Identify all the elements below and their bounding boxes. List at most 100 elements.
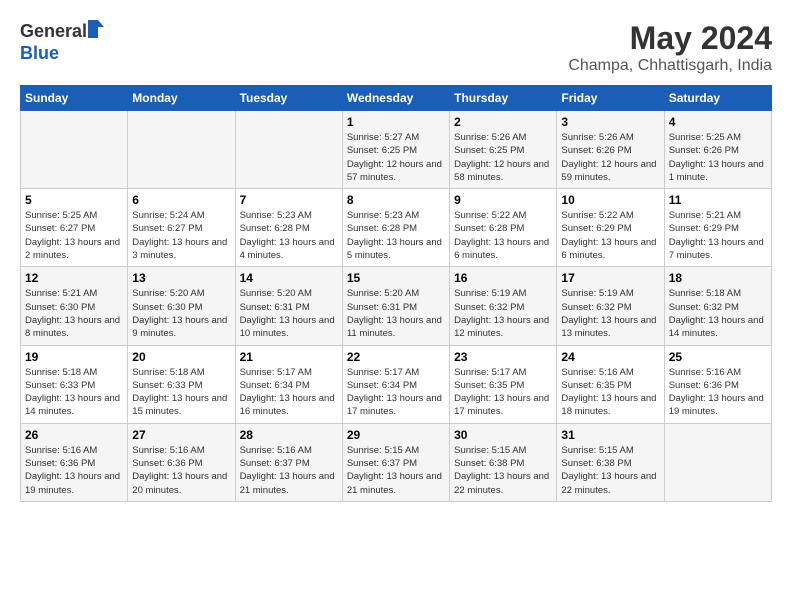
day-number: 17 (561, 271, 659, 285)
day-info: Sunrise: 5:20 AMSunset: 6:30 PMDaylight:… (132, 287, 230, 340)
week-row-3: 12 Sunrise: 5:21 AMSunset: 6:30 PMDayligh… (21, 267, 772, 345)
day-number: 27 (132, 428, 230, 442)
day-info: Sunrise: 5:25 AMSunset: 6:27 PMDaylight:… (25, 209, 123, 262)
day-number: 21 (240, 350, 338, 364)
day-info: Sunrise: 5:17 AMSunset: 6:34 PMDaylight:… (347, 366, 445, 419)
day-info: Sunrise: 5:19 AMSunset: 6:32 PMDaylight:… (561, 287, 659, 340)
day-info: Sunrise: 5:20 AMSunset: 6:31 PMDaylight:… (347, 287, 445, 340)
week-row-5: 26 Sunrise: 5:16 AMSunset: 6:36 PMDayligh… (21, 423, 772, 501)
day-number: 20 (132, 350, 230, 364)
day-cell-3-4: 23 Sunrise: 5:17 AMSunset: 6:35 PMDayligh… (450, 345, 557, 423)
day-info: Sunrise: 5:21 AMSunset: 6:29 PMDaylight:… (669, 209, 767, 262)
day-number: 23 (454, 350, 552, 364)
day-number: 12 (25, 271, 123, 285)
day-cell-1-2: 7 Sunrise: 5:23 AMSunset: 6:28 PMDaylight… (235, 189, 342, 267)
day-number: 1 (347, 115, 445, 129)
day-info: Sunrise: 5:18 AMSunset: 6:33 PMDaylight:… (132, 366, 230, 419)
day-number: 7 (240, 193, 338, 207)
day-cell-0-6: 4 Sunrise: 5:25 AMSunset: 6:26 PMDaylight… (664, 111, 771, 189)
day-number: 6 (132, 193, 230, 207)
day-info: Sunrise: 5:17 AMSunset: 6:34 PMDaylight:… (240, 366, 338, 419)
day-number: 15 (347, 271, 445, 285)
day-number: 10 (561, 193, 659, 207)
day-info: Sunrise: 5:19 AMSunset: 6:32 PMDaylight:… (454, 287, 552, 340)
day-cell-2-1: 13Sunrise: 5:20 AMSunset: 6:30 PMDayligh… (128, 267, 235, 345)
day-info: Sunrise: 5:16 AMSunset: 6:37 PMDaylight:… (240, 444, 338, 497)
day-cell-3-3: 22Sunrise: 5:17 AMSunset: 6:34 PMDayligh… (342, 345, 449, 423)
day-cell-3-1: 20 Sunrise: 5:18 AMSunset: 6:33 PMDayligh… (128, 345, 235, 423)
day-info: Sunrise: 5:15 AMSunset: 6:38 PMDaylight:… (561, 444, 659, 497)
day-number: 11 (669, 193, 767, 207)
day-cell-1-4: 9Sunrise: 5:22 AMSunset: 6:28 PMDaylight… (450, 189, 557, 267)
header-thursday: Thursday (450, 86, 557, 111)
day-number: 14 (240, 271, 338, 285)
day-info: Sunrise: 5:16 AMSunset: 6:35 PMDaylight:… (561, 366, 659, 419)
day-info: Sunrise: 5:16 AMSunset: 6:36 PMDaylight:… (132, 444, 230, 497)
day-cell-3-2: 21 Sunrise: 5:17 AMSunset: 6:34 PMDayligh… (235, 345, 342, 423)
location-subtitle: Champa, Chhattisgarh, India (568, 57, 772, 75)
day-cell-2-0: 12 Sunrise: 5:21 AMSunset: 6:30 PMDayligh… (21, 267, 128, 345)
day-info: Sunrise: 5:26 AMSunset: 6:25 PMDaylight:… (454, 131, 552, 184)
day-cell-0-2 (235, 111, 342, 189)
week-row-2: 5 Sunrise: 5:25 AMSunset: 6:27 PMDaylight… (21, 189, 772, 267)
day-number: 24 (561, 350, 659, 364)
day-number: 19 (25, 350, 123, 364)
day-cell-2-6: 18 Sunrise: 5:18 AMSunset: 6:32 PMDayligh… (664, 267, 771, 345)
day-cell-0-1 (128, 111, 235, 189)
day-number: 25 (669, 350, 767, 364)
day-number: 8 (347, 193, 445, 207)
header-wednesday: Wednesday (342, 86, 449, 111)
day-info: Sunrise: 5:24 AMSunset: 6:27 PMDaylight:… (132, 209, 230, 262)
logo-general-text: General (20, 21, 87, 42)
logo-icon (88, 20, 104, 43)
calendar-header-row: Sunday Monday Tuesday Wednesday Thursday… (21, 86, 772, 111)
day-number: 28 (240, 428, 338, 442)
day-cell-4-6 (664, 423, 771, 501)
header-sunday: Sunday (21, 86, 128, 111)
day-number: 4 (669, 115, 767, 129)
day-info: Sunrise: 5:26 AMSunset: 6:26 PMDaylight:… (561, 131, 659, 184)
day-number: 26 (25, 428, 123, 442)
day-info: Sunrise: 5:21 AMSunset: 6:30 PMDaylight:… (25, 287, 123, 340)
title-area: May 2024 Champa, Chhattisgarh, India (568, 20, 772, 75)
day-number: 31 (561, 428, 659, 442)
day-info: Sunrise: 5:16 AMSunset: 6:36 PMDaylight:… (669, 366, 767, 419)
day-info: Sunrise: 5:22 AMSunset: 6:28 PMDaylight:… (454, 209, 552, 262)
day-info: Sunrise: 5:22 AMSunset: 6:29 PMDaylight:… (561, 209, 659, 262)
month-year-title: May 2024 (568, 20, 772, 57)
day-cell-1-6: 11 Sunrise: 5:21 AMSunset: 6:29 PMDayligh… (664, 189, 771, 267)
day-info: Sunrise: 5:23 AMSunset: 6:28 PMDaylight:… (347, 209, 445, 262)
day-cell-1-3: 8 Sunrise: 5:23 AMSunset: 6:28 PMDaylight… (342, 189, 449, 267)
day-cell-3-6: 25 Sunrise: 5:16 AMSunset: 6:36 PMDayligh… (664, 345, 771, 423)
day-cell-4-0: 26 Sunrise: 5:16 AMSunset: 6:36 PMDayligh… (21, 423, 128, 501)
day-cell-2-3: 15 Sunrise: 5:20 AMSunset: 6:31 PMDayligh… (342, 267, 449, 345)
day-cell-4-3: 29 Sunrise: 5:15 AMSunset: 6:37 PMDayligh… (342, 423, 449, 501)
week-row-1: 1 Sunrise: 5:27 AMSunset: 6:25 PMDaylight… (21, 111, 772, 189)
day-info: Sunrise: 5:18 AMSunset: 6:32 PMDaylight:… (669, 287, 767, 340)
page-header: General Blue May 2024 Champa, Chhattisga… (20, 20, 772, 75)
day-cell-0-3: 1 Sunrise: 5:27 AMSunset: 6:25 PMDaylight… (342, 111, 449, 189)
day-cell-4-2: 28 Sunrise: 5:16 AMSunset: 6:37 PMDayligh… (235, 423, 342, 501)
day-cell-0-0 (21, 111, 128, 189)
header-saturday: Saturday (664, 86, 771, 111)
day-cell-4-1: 27 Sunrise: 5:16 AMSunset: 6:36 PMDayligh… (128, 423, 235, 501)
day-number: 3 (561, 115, 659, 129)
week-row-4: 19 Sunrise: 5:18 AMSunset: 6:33 PMDayligh… (21, 345, 772, 423)
day-cell-3-5: 24 Sunrise: 5:16 AMSunset: 6:35 PMDayligh… (557, 345, 664, 423)
day-number: 18 (669, 271, 767, 285)
header-monday: Monday (128, 86, 235, 111)
day-info: Sunrise: 5:23 AMSunset: 6:28 PMDaylight:… (240, 209, 338, 262)
day-cell-2-2: 14Sunrise: 5:20 AMSunset: 6:31 PMDayligh… (235, 267, 342, 345)
day-info: Sunrise: 5:15 AMSunset: 6:37 PMDaylight:… (347, 444, 445, 497)
day-info: Sunrise: 5:25 AMSunset: 6:26 PMDaylight:… (669, 131, 767, 184)
day-cell-4-4: 30Sunrise: 5:15 AMSunset: 6:38 PMDayligh… (450, 423, 557, 501)
day-cell-0-5: 3 Sunrise: 5:26 AMSunset: 6:26 PMDaylight… (557, 111, 664, 189)
day-cell-2-5: 17 Sunrise: 5:19 AMSunset: 6:32 PMDayligh… (557, 267, 664, 345)
day-number: 29 (347, 428, 445, 442)
day-info: Sunrise: 5:16 AMSunset: 6:36 PMDaylight:… (25, 444, 123, 497)
day-info: Sunrise: 5:27 AMSunset: 6:25 PMDaylight:… (347, 131, 445, 184)
header-tuesday: Tuesday (235, 86, 342, 111)
day-number: 5 (25, 193, 123, 207)
calendar-table: Sunday Monday Tuesday Wednesday Thursday… (20, 85, 772, 502)
day-info: Sunrise: 5:17 AMSunset: 6:35 PMDaylight:… (454, 366, 552, 419)
